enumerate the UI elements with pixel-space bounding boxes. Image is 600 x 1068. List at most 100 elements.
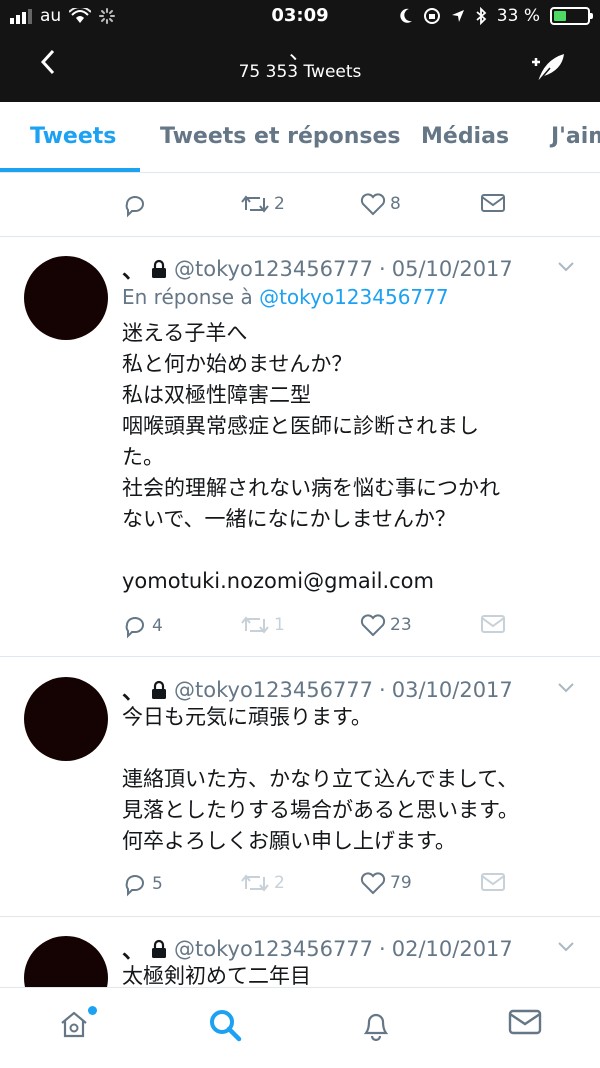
tweet-line: 社会的理解されない病を悩む事につかれ <box>122 476 500 500</box>
tweet-line: 迷える子羊へ <box>122 321 248 345</box>
like-count: 23 <box>390 615 412 635</box>
like-count: 8 <box>390 194 401 214</box>
compose-tweet-button[interactable] <box>528 48 568 88</box>
mail-icon <box>508 1009 542 1035</box>
tweet-line: 連絡頂いた方、かなり立て込んでまして、 <box>122 767 519 791</box>
tweet-line: ないで、一緒になにかしませんか？ <box>122 507 456 531</box>
retweet-icon <box>241 874 269 892</box>
reply-to-handle[interactable]: @tokyo123456777 <box>259 285 449 309</box>
retweet-icon <box>241 616 269 634</box>
like-button[interactable]: 79 <box>360 871 412 895</box>
username[interactable]: @tokyo123456777 <box>174 678 373 702</box>
reply-icon <box>125 196 144 218</box>
tab-tweets-and-replies[interactable]: Tweets et réponses <box>160 124 401 149</box>
tweet-date[interactable]: 03/10/2017 <box>392 678 513 702</box>
tab-tweets[interactable]: Tweets <box>30 124 116 149</box>
tweet-actions: 2 8 <box>0 192 600 222</box>
tweet-line: 今日も元気に頑張ります。 <box>122 705 372 729</box>
username[interactable]: @tokyo123456777 <box>174 937 373 961</box>
tweet-header: 、 @tokyo123456777 · 05/10/2017 <box>122 253 513 285</box>
heart-icon <box>360 614 386 637</box>
reply-count: 5 <box>152 874 163 894</box>
moon-icon <box>400 8 412 23</box>
direct-message-button[interactable] <box>480 192 506 214</box>
like-count: 79 <box>390 873 412 893</box>
rotation-lock-icon <box>423 8 440 24</box>
retweet-count: 2 <box>274 873 285 893</box>
bell-icon <box>363 1013 389 1042</box>
home-tab[interactable] <box>58 1008 90 1044</box>
notifications-tab[interactable] <box>360 1008 392 1046</box>
tweet-date[interactable]: 02/10/2017 <box>392 937 513 961</box>
meta-separator: · <box>379 937 386 961</box>
tab-likes[interactable]: J'aime <box>551 124 600 149</box>
lock-icon <box>152 259 167 278</box>
reply-prefix: En réponse à <box>122 285 253 309</box>
heart-icon <box>360 872 386 895</box>
direct-message-button <box>480 871 506 893</box>
tweet-line: 何卒よろしくお願い申し上げます。 <box>122 829 456 853</box>
bottom-tab-bar <box>0 987 600 1068</box>
search-icon <box>210 1010 242 1042</box>
reply-button[interactable]: 4 <box>122 613 163 639</box>
divider <box>0 916 600 917</box>
display-name[interactable]: 、 <box>122 253 144 285</box>
chevron-down-icon[interactable] <box>556 261 576 273</box>
home-icon <box>61 1011 87 1038</box>
bluetooth-icon <box>476 7 487 25</box>
tweet-line: 私は双極性障害二型 <box>122 383 311 407</box>
search-tab[interactable] <box>208 1008 242 1046</box>
reply-icon <box>125 617 144 639</box>
tweet-count: 75 353 Tweets <box>238 62 362 82</box>
divider <box>0 236 600 237</box>
divider <box>0 656 600 657</box>
retweet-button[interactable]: 2 <box>240 192 285 216</box>
profile-name: 、 <box>288 40 311 65</box>
retweet-icon <box>241 195 269 213</box>
messages-tab[interactable] <box>508 1008 542 1040</box>
reply-count: 4 <box>152 616 163 636</box>
retweet-count: 1 <box>274 615 285 635</box>
envelope-icon <box>481 194 505 212</box>
like-button[interactable]: 8 <box>360 192 401 216</box>
envelope-icon <box>481 615 505 633</box>
reply-button[interactable] <box>122 192 148 218</box>
battery-label: 33 % <box>496 6 540 26</box>
app-header: au 03:09 33 % 、 75 353 Tweets <box>0 0 600 102</box>
envelope-icon <box>481 873 505 891</box>
tweet-line: た。 <box>122 445 164 469</box>
compose-feather-icon <box>532 54 564 83</box>
location-icon <box>451 10 464 22</box>
chevron-down-icon[interactable] <box>556 941 576 953</box>
reply-icon <box>125 875 144 897</box>
avatar[interactable] <box>24 256 108 340</box>
tweet-line: 私と何か始めませんか？ <box>122 352 353 376</box>
like-button[interactable]: 23 <box>360 613 412 637</box>
lock-icon <box>152 680 167 699</box>
tweet-email-link[interactable]: yomotuki.nozomi@gmail.com <box>122 566 582 597</box>
tweet-line <box>122 733 582 764</box>
tab-media[interactable]: Médias <box>421 124 509 149</box>
heart-icon <box>360 193 386 216</box>
active-tab-indicator <box>0 168 140 172</box>
tweet-date[interactable]: 05/10/2017 <box>392 257 513 281</box>
battery-icon <box>550 7 593 25</box>
chevron-down-icon[interactable] <box>556 682 576 694</box>
retweet-count: 2 <box>274 194 285 214</box>
retweet-button: 1 <box>240 613 285 637</box>
tweet-line: 咽喉頭異常感症と医師に診断されまし <box>122 414 479 438</box>
tweet-actions: 4 1 23 <box>0 613 600 643</box>
status-bar: au 03:09 33 % <box>0 0 600 34</box>
direct-message-button <box>480 613 506 635</box>
tweet-line <box>122 535 582 566</box>
reply-button[interactable]: 5 <box>122 871 163 897</box>
retweet-button: 2 <box>240 871 285 895</box>
profile-tabs: Tweets Tweets et réponses Médias J'aime <box>0 102 600 173</box>
avatar[interactable] <box>24 677 108 761</box>
tweet-line: 見落としたりする場合があると思います。 <box>122 798 519 822</box>
meta-separator: · <box>379 678 386 702</box>
username[interactable]: @tokyo123456777 <box>174 257 373 281</box>
reply-context: En réponse à @tokyo123456777 <box>122 285 449 309</box>
tweet-text: 今日も元気に頑張ります。 連絡頂いた方、かなり立て込んでまして、 見落としたりす… <box>122 702 582 857</box>
lock-icon <box>152 939 167 958</box>
